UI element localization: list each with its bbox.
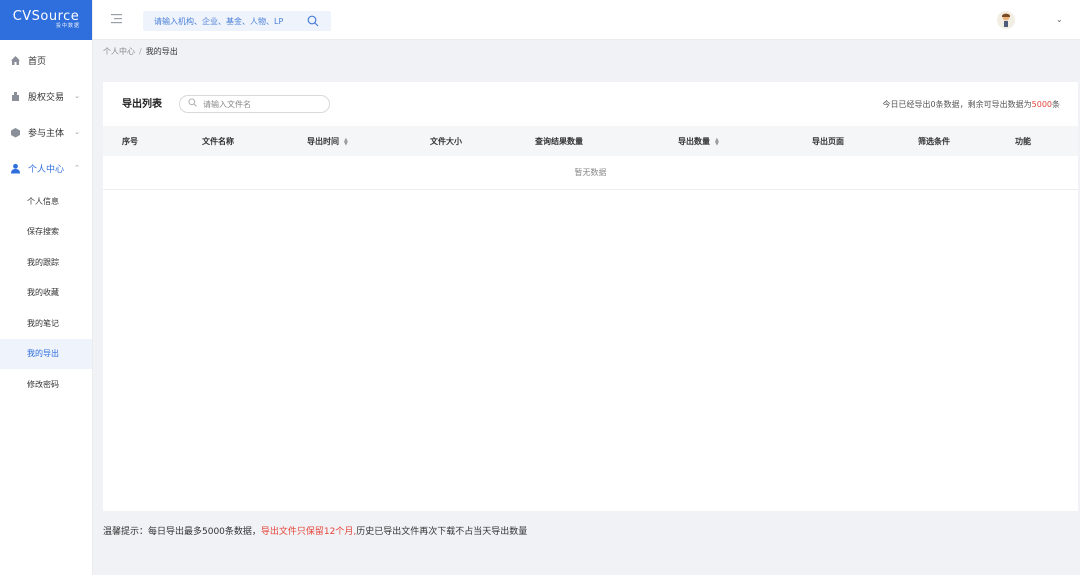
table-header: 序号 文件名称 导出时间 ▲ ▼ 文件大小 查询结果数量 导出数量 ▲ ▼ 导出页面… [103, 126, 1078, 156]
column-label: 序号 [122, 137, 138, 146]
sidebar-item-label: 个人中心 [28, 164, 65, 175]
column-label: 导出数量 [678, 137, 710, 146]
sidebar-subitem-saved-search[interactable]: 保存搜索 [0, 217, 92, 248]
global-search-placeholder: 请输入机构、企业、基金、人物、LP [154, 16, 284, 26]
column-header-export-time[interactable]: 导出时间 ▲ ▼ [307, 136, 348, 147]
logo-text: CVSource [12, 9, 80, 24]
column-header-export-page: 导出页面 [812, 136, 844, 147]
sidebar-item-label: 首页 [28, 56, 47, 67]
user-menu-chevron-icon[interactable]: ⌄ [1056, 15, 1063, 24]
export-quota-text: 今日已经导出0条数据，剩余可导出数据为5000条 [883, 99, 1060, 110]
file-name-input[interactable] [203, 99, 313, 109]
export-list-card: 导出列表 今日已经导出0条数据，剩余可导出数据为5000条 序号 文件名称 导出… [103, 82, 1078, 511]
avatar[interactable] [997, 11, 1015, 29]
column-header-file-size: 文件大小 [430, 136, 462, 147]
sidebar-item-label: 参与主体 [28, 128, 65, 139]
global-search-input[interactable]: 请输入机构、企业、基金、人物、LP [143, 11, 331, 31]
column-header-file-name: 文件名称 [202, 136, 234, 147]
tip-warning: 导出文件只保留12个月, [260, 527, 357, 537]
sidebar-subitem-tracking[interactable]: 我的跟踪 [0, 247, 92, 278]
column-label: 筛选条件 [918, 137, 950, 146]
breadcrumb-parent[interactable]: 个人中心 [103, 47, 135, 56]
sidebar-subitem-profile[interactable]: 个人信息 [0, 186, 92, 217]
logo-subtext: 投中数据 [55, 23, 80, 29]
breadcrumb-current: 我的导出 [145, 47, 178, 56]
tip-suffix: 历史已导出文件再次下载不占当天导出数量 [356, 527, 528, 537]
sidebar-subitem-change-password[interactable]: 修改密码 [0, 369, 92, 400]
search-icon [188, 98, 197, 110]
column-label: 导出时间 [307, 137, 339, 146]
footer-tip: 温馨提示：每日导出最多5000条数据，导出文件只保留12个月,历史已导出文件再次… [103, 524, 527, 537]
top-header: 请输入机构、企业、基金、人物、LP ⌄ [93, 0, 1080, 40]
empty-state: 暂无数据 [103, 156, 1078, 190]
column-label: 功能 [1015, 137, 1031, 146]
column-label: 文件大小 [430, 137, 462, 146]
sidebar-item-equity[interactable]: 股权交易 ⌄ [0, 78, 92, 114]
quota-suffix: 条 [1052, 100, 1060, 109]
column-label: 查询结果数量 [535, 137, 583, 146]
column-header-actions: 功能 [1015, 136, 1031, 147]
chevron-down-icon: ⌄ [74, 128, 80, 136]
column-header-filters: 筛选条件 [918, 136, 950, 147]
sidebar-menu: 首页 股权交易 ⌄ 参与主体 ⌄ 个人中心 ⌃ 个人信息 保存搜索 我的跟踪 我… [0, 40, 92, 400]
equity-icon [10, 91, 21, 102]
sort-icon[interactable]: ▲ ▼ [344, 137, 348, 146]
column-header-result-count: 查询结果数量 [535, 136, 583, 147]
breadcrumb-separator: / [139, 47, 142, 56]
tip-prefix: 温馨提示：每日导出最多5000条数据， [103, 527, 261, 537]
sidebar-item-personal-center[interactable]: 个人中心 ⌃ [0, 150, 92, 186]
sidebar-subitem-exports[interactable]: 我的导出 [0, 338, 92, 369]
sort-icon[interactable]: ▲ ▼ [715, 137, 719, 146]
sidebar-subitem-notes[interactable]: 我的笔记 [0, 308, 92, 339]
sidebar-subitem-favorites[interactable]: 我的收藏 [0, 278, 92, 309]
column-label: 文件名称 [202, 137, 234, 146]
sidebar-item-label: 股权交易 [28, 92, 65, 103]
column-label: 导出页面 [812, 137, 844, 146]
chevron-up-icon: ⌃ [74, 164, 80, 172]
menu-toggle-icon[interactable] [111, 14, 122, 27]
participant-icon [10, 127, 21, 138]
quota-remaining: 5000 [1031, 100, 1052, 109]
breadcrumb: 个人中心 / 我的导出 [103, 46, 178, 57]
logo[interactable]: CVSource 投中数据 [0, 0, 92, 40]
quota-prefix: 今日已经导出0条数据，剩余可导出数据为 [882, 100, 1032, 109]
sidebar: CVSource 投中数据 首页 股权交易 ⌄ 参与主体 ⌄ 个人中心 ⌃ 个人… [0, 0, 93, 575]
search-icon[interactable] [307, 15, 319, 30]
column-header-index: 序号 [122, 136, 138, 147]
page-title: 导出列表 [122, 99, 162, 110]
chevron-down-icon: ⌄ [74, 92, 80, 100]
column-header-export-count[interactable]: 导出数量 ▲ ▼ [678, 136, 719, 147]
file-search-box[interactable] [179, 95, 330, 113]
sidebar-item-home[interactable]: 首页 [0, 42, 92, 78]
user-icon [10, 163, 21, 174]
sidebar-item-participants[interactable]: 参与主体 ⌄ [0, 114, 92, 150]
home-icon [10, 55, 21, 66]
